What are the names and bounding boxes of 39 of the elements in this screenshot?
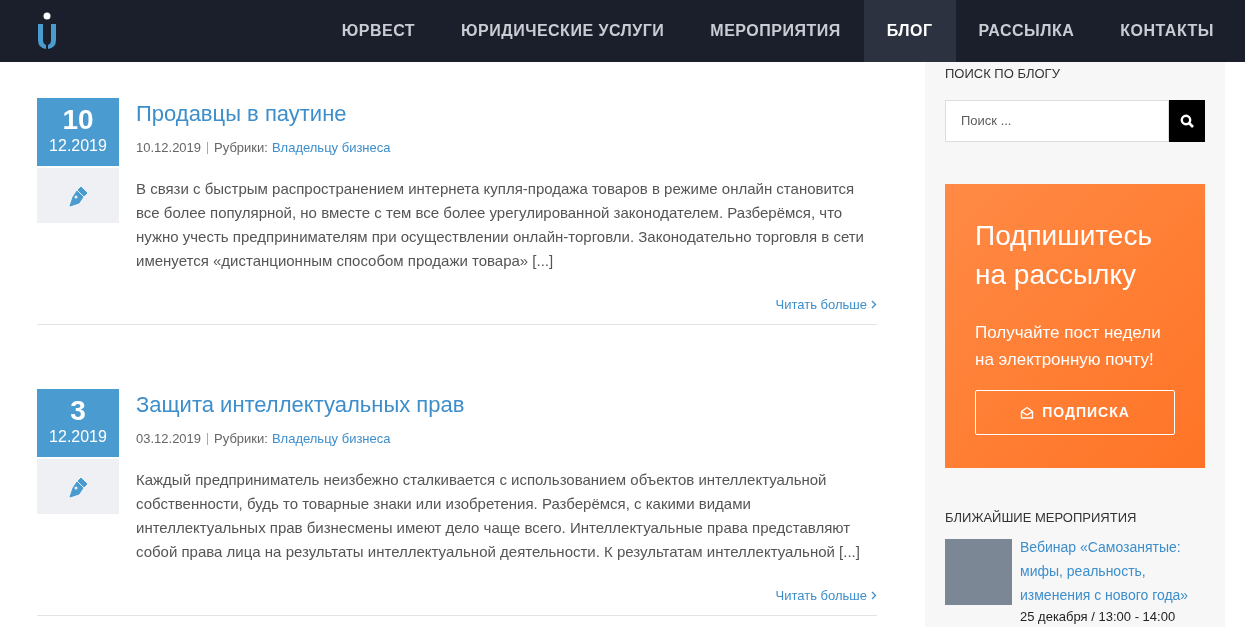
- nav-link[interactable]: ЮРИДИЧЕСКИЕ УСЛУГИ: [438, 0, 688, 62]
- event-link[interactable]: Вебинар «Самозанятые: мифы, реальность, изменения с нового года»: [1020, 535, 1217, 607]
- pen-icon: [67, 184, 89, 207]
- nav-link[interactable]: БЛОГ: [863, 0, 956, 62]
- post-title-link[interactable]: Защита интеллектуальных прав: [136, 388, 465, 421]
- photo-placeholder: [945, 539, 1012, 605]
- nav-link[interactable]: МЕРОПРИЯТИЯ: [687, 0, 864, 62]
- read-more-link[interactable]: Читать больше: [775, 294, 877, 314]
- nav-link[interactable]: РАССЫЛКА: [955, 0, 1098, 62]
- chevron-right-icon: [871, 299, 877, 309]
- pen-icon: [67, 475, 89, 498]
- read-more-link[interactable]: Читать больше: [775, 585, 877, 605]
- nav-link[interactable]: КОНТАКТЫ: [1097, 0, 1237, 62]
- category-link[interactable]: Владельцу бизнеса: [271, 138, 391, 158]
- search-field[interactable]: Поиск ...: [945, 99, 1170, 142]
- nav-link[interactable]: ЮРВЕСТ: [318, 0, 439, 62]
- post-title-link[interactable]: Продавцы в паутине: [136, 97, 347, 130]
- envelope-icon: [1020, 405, 1035, 419]
- post-date: 03.12.2019: [136, 430, 202, 448]
- date-day: 10: [62, 106, 94, 134]
- event-time: 25 декабря / 13:00 - 14:00: [1020, 608, 1177, 626]
- category-label: Рубрики:: [214, 139, 268, 157]
- category-link[interactable]: Владельцу бизнеса: [271, 429, 391, 449]
- date-month: 12.2019: [49, 427, 107, 447]
- post-excerpt: Каждый предприниматель неизбежно сталкивается с использованием объектов интеллектуальной собственности, будь то товарные знаки или изобретения. Разберёмся, с какими видами интеллектуальных прав бизнесмены имеют дело чаще всего. Интеллектуальные права представляют собой права лица на результаты интеллектуальной деятельности. К результатам интеллектуальной [...]: [136, 469, 861, 562]
- subscribe-button[interactable]: ПОДПИСКА: [975, 389, 1175, 435]
- date-month: 12.2019: [49, 136, 107, 156]
- sidebar-heading: ПОИСК ПО БЛОГУ: [945, 65, 1061, 83]
- category-label: Рубрики:: [214, 430, 268, 448]
- chevron-right-icon: [871, 590, 877, 600]
- logo-icon: [37, 12, 57, 50]
- subscribe-title: Подпишитесь на рассылку: [975, 218, 1153, 292]
- post-excerpt: В связи с быстрым распространением интернета купля-продажа товаров в режиме онлайн становится все более популярной, но вместе с тем все более урегулированной законодателем. Разберёмся, что нужно учесть предпринимателям при осуществлении онлайн-торговли. Законодательно торговля в сети именуется «дистанционным способом продажи товара» [...]: [136, 178, 865, 271]
- search-icon: [1180, 113, 1195, 128]
- subscribe-text: Получайте пост недели на электронную почту!: [975, 321, 1162, 371]
- search-button[interactable]: [1169, 99, 1205, 142]
- sidebar-heading: БЛИЖАЙШИЕ МЕРОПРИЯТИЯ: [945, 508, 1138, 527]
- date-day: 3: [70, 397, 86, 425]
- post-date: 10.12.2019: [136, 139, 202, 157]
